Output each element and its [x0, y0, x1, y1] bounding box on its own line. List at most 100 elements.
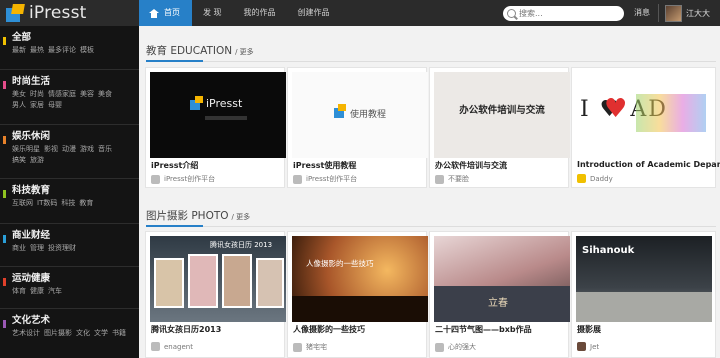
username[interactable]: 江大大	[686, 8, 710, 19]
work-title[interactable]: 腾讯女孩日历2013	[151, 324, 221, 335]
category-link[interactable]: 美食	[98, 90, 112, 98]
work-author[interactable]: enagent	[151, 342, 193, 351]
work-card[interactable]: 使用教程 iPresst使用教程 iPresst创作平台	[287, 67, 428, 188]
work-card[interactable]: iPresst iPresst介绍 iPresst创作平台	[145, 67, 286, 188]
category-link[interactable]: 娱乐明星	[12, 145, 40, 153]
work-author[interactable]: 不要脸	[435, 174, 469, 184]
category-all[interactable]: 全部 最新 最热 最多评论 模板	[0, 26, 139, 70]
category-link[interactable]: 健康	[30, 287, 44, 295]
category-title[interactable]: 科技教育	[12, 184, 139, 198]
work-author[interactable]: Daddy	[577, 174, 613, 183]
category-link[interactable]: 文化	[76, 329, 90, 337]
category-link[interactable]: 科技	[61, 199, 75, 207]
category-business-finance[interactable]: 商业财经 商业 管理 投资理财	[0, 224, 139, 267]
work-card[interactable]: 人像摄影的一些技巧 人像摄影的一些技巧 猪宅宅	[287, 231, 428, 358]
category-tech-education[interactable]: 科技教育 互联网 IT数码 科技 教育	[0, 179, 139, 224]
work-thumbnail[interactable]: 办公软件培训与交流	[434, 72, 570, 158]
user-menu[interactable]: 江大大	[665, 4, 710, 22]
work-title[interactable]: 办公软件培训与交流	[435, 160, 507, 171]
work-thumbnail[interactable]: iPresst	[150, 72, 286, 158]
category-title[interactable]: 商业财经	[12, 229, 139, 243]
work-title[interactable]: Introduction of Academic Depart...	[577, 160, 720, 169]
author-name[interactable]: Daddy	[590, 175, 613, 183]
nav-my-works[interactable]: 我的作品	[233, 0, 287, 26]
category-link[interactable]: 汽车	[48, 287, 62, 295]
category-link[interactable]: 模板	[80, 46, 94, 54]
category-fashion-life[interactable]: 时尚生活 美女 时尚 情感家庭 美容 美食男人 家居 母婴	[0, 70, 139, 125]
logo[interactable]: iPresst	[6, 3, 87, 23]
work-author[interactable]: 心的强大	[435, 342, 476, 352]
category-title[interactable]: 娱乐休闲	[12, 130, 139, 144]
category-culture-art[interactable]: 文化艺术 艺术设计 图片摄影 文化 文学 书籍	[0, 309, 139, 358]
category-link[interactable]: 家居	[30, 101, 44, 109]
work-title[interactable]: 二十四节气图——bxb作品	[435, 324, 532, 335]
category-link[interactable]: 情感家庭	[48, 90, 76, 98]
avatar[interactable]	[665, 4, 682, 22]
work-author[interactable]: 猪宅宅	[293, 342, 327, 352]
work-card[interactable]: Sihanouk 摄影展 Jet	[571, 231, 716, 358]
work-author[interactable]: Jet	[577, 342, 599, 351]
work-thumbnail[interactable]: 腾讯女孩日历 2013	[150, 236, 286, 322]
category-link[interactable]: 游戏	[80, 145, 94, 153]
category-link[interactable]: 男人	[12, 101, 26, 109]
category-link[interactable]: 美女	[12, 90, 26, 98]
work-thumbnail[interactable]: I ♥ AD ♥	[576, 72, 712, 158]
work-thumbnail[interactable]: 立春	[434, 236, 570, 322]
category-link[interactable]: 艺术设计	[12, 329, 40, 337]
author-name[interactable]: 不要脸	[448, 174, 469, 184]
category-link[interactable]: 动漫	[62, 145, 76, 153]
more-link[interactable]: / 更多	[235, 48, 254, 56]
nav-home[interactable]: 首页	[139, 0, 192, 26]
work-title[interactable]: iPresst使用教程	[293, 160, 356, 171]
category-link[interactable]: 美容	[80, 90, 94, 98]
work-author[interactable]: iPresst创作平台	[151, 174, 215, 184]
work-card[interactable]: 办公软件培训与交流 办公软件培训与交流 不要脸	[429, 67, 570, 188]
category-link[interactable]: 时尚	[30, 90, 44, 98]
category-title[interactable]: 全部	[12, 31, 139, 45]
category-link[interactable]: IT数码	[37, 199, 57, 207]
category-link[interactable]: 互联网	[12, 199, 33, 207]
category-link[interactable]: 母婴	[48, 101, 62, 109]
search-input[interactable]	[519, 9, 614, 18]
work-thumbnail[interactable]: Sihanouk	[576, 236, 712, 322]
nav-create-work[interactable]: 创建作品	[287, 0, 341, 26]
category-link[interactable]: 文学	[94, 329, 108, 337]
work-card[interactable]: 立春 二十四节气图——bxb作品 心的强大	[429, 231, 570, 358]
category-link[interactable]: 最热	[30, 46, 44, 54]
category-link[interactable]: 投资理财	[48, 244, 76, 252]
work-title[interactable]: iPresst介绍	[151, 160, 198, 171]
category-link[interactable]: 体育	[12, 287, 26, 295]
category-title[interactable]: 时尚生活	[12, 75, 139, 89]
work-thumbnail[interactable]: 使用教程	[292, 72, 428, 158]
category-link[interactable]: 旅游	[30, 156, 44, 164]
category-link[interactable]: 音乐	[98, 145, 112, 153]
work-card[interactable]: 腾讯女孩日历 2013 腾讯女孩日历2013 enagent	[145, 231, 286, 358]
author-name[interactable]: iPresst创作平台	[164, 174, 215, 184]
work-title[interactable]: 摄影展	[577, 324, 601, 335]
nav-discover[interactable]: 发 现	[192, 0, 233, 26]
category-link[interactable]: 教育	[79, 199, 93, 207]
work-title[interactable]: 人像摄影的一些技巧	[293, 324, 365, 335]
search-icon[interactable]	[507, 9, 516, 18]
messages-link[interactable]: 消息	[634, 0, 650, 26]
category-link[interactable]: 管理	[30, 244, 44, 252]
author-name[interactable]: Jet	[590, 343, 599, 351]
category-sports-health[interactable]: 运动健康 体育 健康 汽车	[0, 267, 139, 309]
author-name[interactable]: 心的强大	[448, 342, 476, 352]
category-link[interactable]: 图片摄影	[44, 329, 72, 337]
category-link[interactable]: 书籍	[112, 329, 126, 337]
category-title[interactable]: 运动健康	[12, 272, 139, 286]
category-link[interactable]: 商业	[12, 244, 26, 252]
author-name[interactable]: 猪宅宅	[306, 342, 327, 352]
category-link[interactable]: 最新	[12, 46, 26, 54]
work-card[interactable]: I ♥ AD ♥ Introduction of Academic Depart…	[571, 67, 720, 188]
more-link[interactable]: / 更多	[232, 213, 251, 221]
category-entertainment[interactable]: 娱乐休闲 娱乐明星 影视 动漫 游戏 音乐搞笑 旅游	[0, 125, 139, 179]
category-link[interactable]: 最多评论	[48, 46, 76, 54]
category-link[interactable]: 搞笑	[12, 156, 26, 164]
work-author[interactable]: iPresst创作平台	[293, 174, 357, 184]
category-link[interactable]: 影视	[44, 145, 58, 153]
author-name[interactable]: enagent	[164, 343, 193, 351]
work-thumbnail[interactable]: 人像摄影的一些技巧	[292, 236, 428, 322]
category-title[interactable]: 文化艺术	[12, 314, 139, 328]
